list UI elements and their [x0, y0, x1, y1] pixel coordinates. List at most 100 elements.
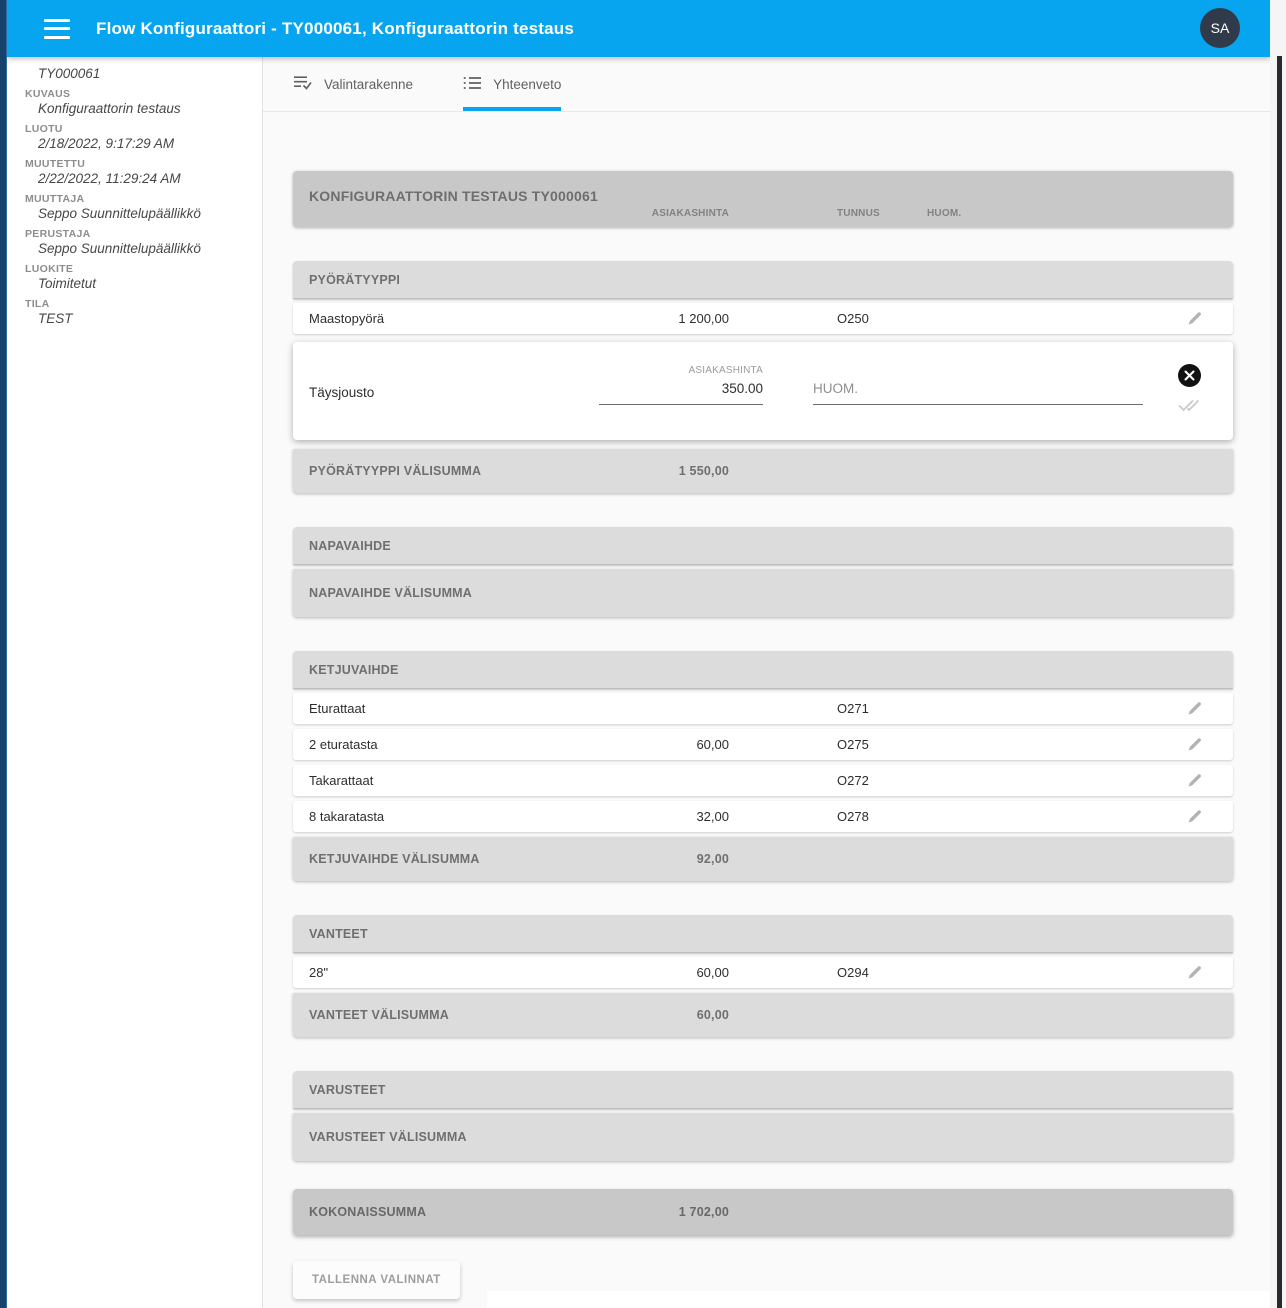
row-label: Maastopyörä — [309, 303, 384, 334]
price-input[interactable] — [599, 379, 763, 405]
section-title: PYÖRÄTYYPPI — [293, 261, 1233, 299]
row-code: O272 — [837, 765, 869, 796]
subtotal-value: 92,00 — [589, 837, 729, 881]
scrollbar-track — [1270, 0, 1286, 1308]
tab-bar: Valintarakenne Yhteenveto — [263, 57, 1270, 112]
table-row: Takarattaat O272 — [293, 765, 1233, 796]
edit-pencil-icon[interactable] — [1186, 693, 1203, 724]
column-header-tunnus: TUNNUS — [837, 208, 880, 219]
field-label-tila: TILA — [25, 298, 262, 310]
edit-pencil-icon[interactable] — [1186, 303, 1203, 334]
grand-total-value: 1 702,00 — [589, 1189, 729, 1235]
tab-valintarakenne[interactable]: Valintarakenne — [293, 57, 413, 111]
table-row: 2 eturatasta 60,00 O275 — [293, 729, 1233, 760]
column-header-asiakashinta: ASIAKASHINTA — [589, 208, 729, 219]
table-row: Eturattaat O271 — [293, 693, 1233, 724]
main-panel: Valintarakenne Yhteenveto KONFIGURAATTOR… — [263, 57, 1270, 1308]
subtotal-label: VARUSTEET VÄLISUMMA — [309, 1113, 467, 1161]
section-title: VARUSTEET — [293, 1071, 1233, 1109]
row-code: O275 — [837, 729, 869, 760]
window-edge-stripe — [0, 0, 7, 1308]
subtotal-row: VANTEET VÄLISUMMA 60,00 — [293, 993, 1233, 1037]
price-field-label: ASIAKASHINTA — [599, 365, 763, 376]
row-price: 60,00 — [589, 957, 729, 988]
order-id: TY000061 — [38, 66, 262, 81]
subtotal-label: KETJUVAIHDE VÄLISUMMA — [309, 837, 480, 881]
section-napavaihde: NAPAVAIHDE NAPAVAIHDE VÄLISUMMA — [293, 527, 1233, 617]
edit-pencil-icon[interactable] — [1186, 801, 1203, 832]
avatar[interactable]: SA — [1200, 8, 1240, 48]
subtotal-row: PYÖRÄTYYPPI VÄLISUMMA 1 550,00 — [293, 449, 1233, 493]
subtotal-row: KETJUVAIHDE VÄLISUMMA 92,00 — [293, 837, 1233, 881]
section-ketjuvaihde: KETJUVAIHDE Eturattaat O271 2 eturatasta… — [293, 651, 1233, 881]
tab-label: Yhteenveto — [493, 77, 561, 92]
playlist-check-icon — [293, 75, 313, 94]
subtotal-label: PYÖRÄTYYPPI VÄLISUMMA — [309, 449, 481, 493]
row-price: 32,00 — [589, 801, 729, 832]
note-input[interactable] — [813, 379, 1143, 405]
summary-content: KONFIGURAATTORIN TESTAUS TY000061 ASIAKA… — [293, 171, 1233, 1299]
save-selections-button[interactable]: TALLENNA VALINNAT — [293, 1261, 460, 1299]
row-label: 2 eturatasta — [309, 729, 378, 760]
field-value-kuvaus: Konfiguraattorin testaus — [38, 101, 262, 116]
row-code: O250 — [837, 303, 869, 334]
field-label-luokite: LUOKITE — [25, 263, 262, 275]
subtotal-value: 60,00 — [589, 993, 729, 1037]
content-end-strip — [487, 1291, 1270, 1308]
table-row: Maastopyörä 1 200,00 O250 — [293, 303, 1233, 334]
column-header-huom: HUOM. — [927, 208, 961, 219]
list-icon — [463, 76, 482, 93]
field-label-muutettu: MUUTETTU — [25, 158, 262, 170]
app-title: Flow Konfiguraattori - TY000061, Konfigu… — [96, 19, 574, 39]
confirm-edit-icon[interactable] — [1178, 397, 1202, 418]
row-code: O278 — [837, 801, 869, 832]
tab-yhteenveto[interactable]: Yhteenveto — [463, 57, 561, 111]
edit-pencil-icon[interactable] — [1186, 765, 1203, 796]
row-label: 8 takaratasta — [309, 801, 384, 832]
row-price: 1 200,00 — [589, 303, 729, 334]
subtotal-row: VARUSTEET VÄLISUMMA — [293, 1113, 1233, 1161]
cancel-edit-icon[interactable] — [1178, 364, 1201, 387]
section-title: VANTEET — [293, 915, 1233, 953]
section-pyoratyyppi: PYÖRÄTYYPPI Maastopyörä 1 200,00 O250 Tä… — [293, 261, 1233, 493]
field-label-kuvaus: KUVAUS — [25, 88, 262, 100]
subtotal-label: VANTEET VÄLISUMMA — [309, 993, 449, 1037]
subtotal-value: 1 550,00 — [589, 449, 729, 493]
note-field — [813, 379, 1143, 405]
field-value-perustaja: Seppo Suunnittelupäällikkö — [38, 241, 262, 256]
metadata-sidebar: TY000061 KUVAUS Konfiguraattorin testaus… — [7, 57, 263, 1308]
row-label: Takarattaat — [309, 765, 373, 796]
subtotal-row: NAPAVAIHDE VÄLISUMMA — [293, 569, 1233, 617]
price-field: ASIAKASHINTA — [599, 365, 763, 405]
field-value-luotu: 2/18/2022, 9:17:29 AM — [38, 136, 262, 151]
field-value-muuttaja: Seppo Suunnittelupäällikkö — [38, 206, 262, 221]
edit-row-label: Täysjousto — [309, 385, 374, 400]
field-label-perustaja: PERUSTAJA — [25, 228, 262, 240]
edit-pencil-icon[interactable] — [1186, 729, 1203, 760]
field-label-muuttaja: MUUTTAJA — [25, 193, 262, 205]
edit-pencil-icon[interactable] — [1186, 957, 1203, 988]
table-row: 28" 60,00 O294 — [293, 957, 1233, 988]
subtotal-label: NAPAVAIHDE VÄLISUMMA — [309, 569, 472, 617]
table-row: 8 takaratasta 32,00 O278 — [293, 801, 1233, 832]
row-code: O271 — [837, 693, 869, 724]
field-value-luokite: Toimitetut — [38, 276, 262, 291]
row-label: Eturattaat — [309, 693, 365, 724]
field-label-luotu: LUOTU — [25, 123, 262, 135]
row-label: 28" — [309, 957, 328, 988]
app-bar: Flow Konfiguraattori - TY000061, Konfigu… — [7, 0, 1270, 57]
grand-total-label: KOKONAISSUMMA — [309, 1189, 426, 1235]
field-value-tila: TEST — [38, 311, 262, 326]
section-title: KETJUVAIHDE — [293, 651, 1233, 689]
menu-icon[interactable] — [44, 19, 72, 39]
field-value-muutettu: 2/22/2022, 11:29:24 AM — [38, 171, 262, 186]
section-varusteet: VARUSTEET VARUSTEET VÄLISUMMA — [293, 1071, 1233, 1161]
scrollbar-thumb[interactable] — [1277, 56, 1282, 1308]
row-code: O294 — [837, 957, 869, 988]
section-title: NAPAVAIHDE — [293, 527, 1233, 565]
row-price: 60,00 — [589, 729, 729, 760]
summary-title: KONFIGURAATTORIN TESTAUS TY000061 — [309, 188, 598, 204]
tab-label: Valintarakenne — [324, 77, 413, 92]
edit-row-card: Täysjousto ASIAKASHINTA — [293, 342, 1233, 440]
section-vanteet: VANTEET 28" 60,00 O294 VANTEET VÄLISUMMA… — [293, 915, 1233, 1037]
